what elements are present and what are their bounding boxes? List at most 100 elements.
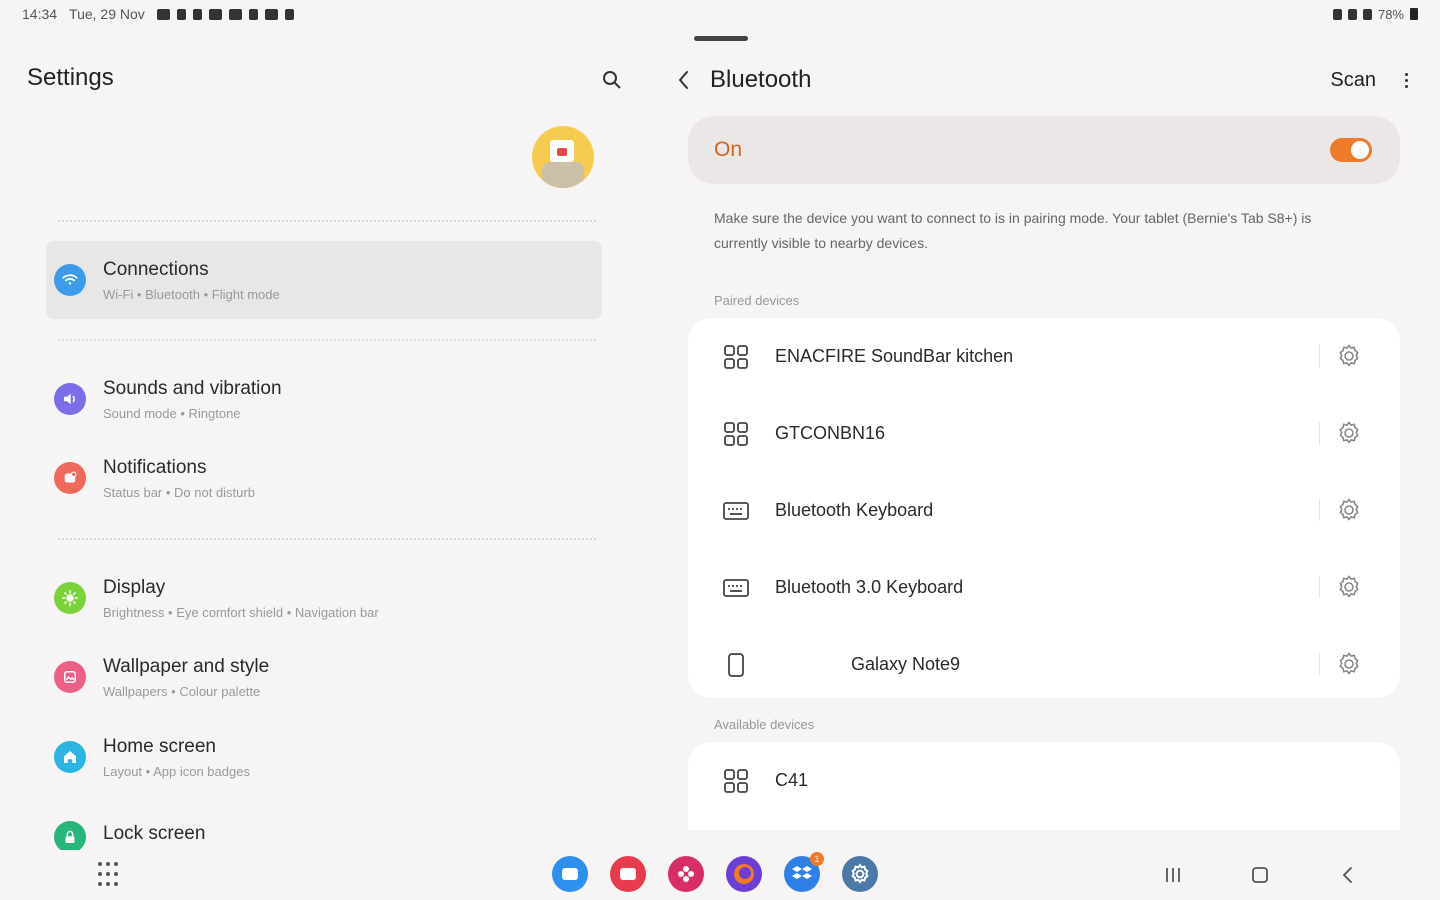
- device-name: ENACFIRE SoundBar kitchen: [775, 346, 1014, 366]
- pairing-description: Make sure the device you want to connect…: [714, 210, 1312, 251]
- battery-icon: [1410, 8, 1418, 20]
- avatar[interactable]: [532, 126, 594, 188]
- dropbox-app-icon[interactable]: 1: [784, 852, 824, 892]
- menu-item-subtitle: Status bar • Do not disturb: [103, 484, 255, 500]
- menu-item-subtitle: Wallpapers • Colour palette: [103, 683, 261, 699]
- gear-icon: [1339, 498, 1359, 521]
- notification-icons: [156, 8, 294, 20]
- menu-item-sounds[interactable]: Sounds and vibration Sound mode • Ringto…: [46, 360, 602, 438]
- menu-item-title: Display: [103, 576, 166, 598]
- menu-item-home-screen[interactable]: Home screen Layout • App icon badges: [46, 718, 602, 796]
- device-name: GTCONBN16: [775, 423, 886, 443]
- page-title: Settings: [27, 64, 114, 91]
- mute-icon: [1347, 8, 1357, 20]
- available-devices-list: C41: [688, 742, 1400, 830]
- menu-item-subtitle: Sound mode • Ringtone: [103, 405, 241, 421]
- bluetooth-toggle-card[interactable]: On: [688, 116, 1400, 184]
- keyboard-icon: [721, 496, 751, 526]
- firefox-app-icon[interactable]: [726, 856, 762, 892]
- messages-app-icon[interactable]: [552, 856, 588, 892]
- home-icon: [54, 741, 86, 773]
- device-settings-button[interactable]: [1336, 497, 1362, 523]
- notification-icon: [208, 8, 222, 20]
- available-devices-label: Available devices: [714, 717, 815, 732]
- switch-knob: [1351, 141, 1369, 159]
- lock-icon: [54, 821, 86, 850]
- menu-item-title: Lock screen: [103, 823, 206, 844]
- youtube-icon: [156, 8, 170, 20]
- notification-icon: [284, 8, 294, 20]
- home-square-icon: [1252, 867, 1268, 883]
- dropbox-icon: [264, 8, 278, 20]
- device-settings-button[interactable]: [1336, 574, 1362, 600]
- menu-item-subtitle: Wi-Fi • Bluetooth • Flight mode: [103, 286, 280, 302]
- device-row[interactable]: ENACFIRE SoundBar kitchen: [688, 318, 1400, 395]
- device-row[interactable]: C41: [688, 742, 1400, 819]
- menu-item-wallpaper[interactable]: Wallpaper and style Wallpapers • Colour …: [46, 638, 602, 716]
- keyboard-icon: [721, 573, 751, 603]
- menu-item-notifications[interactable]: Notifications Status bar • Do not distur…: [46, 439, 602, 517]
- generic-device-icon: [721, 766, 751, 796]
- notification-icon: [228, 8, 242, 20]
- notification-icon: [192, 8, 202, 20]
- device-settings-button[interactable]: [1336, 420, 1362, 446]
- gear-icon: [1339, 575, 1359, 598]
- chevron-left-icon: [1342, 867, 1352, 883]
- menu-item-subtitle: Brightness • Eye comfort shield • Naviga…: [103, 604, 379, 620]
- battery-percentage: 78%: [1377, 6, 1404, 22]
- recent-apps-button[interactable]: [1160, 862, 1186, 888]
- paired-devices-label: Paired devices: [714, 293, 800, 308]
- gear-icon: [1339, 652, 1359, 675]
- back-button[interactable]: [668, 64, 700, 96]
- device-row[interactable]: GTCONBN16: [688, 395, 1400, 472]
- device-row[interactable]: Bluetooth 3.0 Keyboard: [688, 549, 1400, 626]
- search-icon: [603, 71, 621, 89]
- paired-devices-list: ENACFIRE SoundBar kitchen GTCONBN16 Blue…: [688, 318, 1400, 698]
- device-settings-button[interactable]: [1336, 651, 1362, 677]
- screen-recorder-app-icon[interactable]: [610, 856, 646, 892]
- generic-device-icon: [721, 419, 751, 449]
- divider: [58, 538, 596, 540]
- bluetooth-switch[interactable]: [1330, 138, 1372, 162]
- device-name: C41: [775, 770, 809, 790]
- device-row[interactable]: Bluetooth Keyboard: [688, 472, 1400, 549]
- more-options-button[interactable]: [1398, 68, 1414, 92]
- flower-app-icon[interactable]: [668, 856, 704, 892]
- menu-item-lock-screen[interactable]: Lock screen: [46, 798, 602, 850]
- page-title: Bluetooth: [710, 66, 812, 93]
- gear-icon: [1339, 421, 1359, 444]
- status-date: Tue, 29 Nov: [69, 6, 145, 22]
- drag-handle[interactable]: [694, 36, 748, 41]
- app-dock: 1: [552, 852, 878, 892]
- menu-item-title: Home screen: [103, 735, 216, 757]
- home-button[interactable]: [1247, 862, 1273, 888]
- device-name: Galaxy Note9: [851, 654, 961, 674]
- settings-panel: Settings Connections Wi-Fi • Bluetooth •…: [0, 28, 650, 850]
- toggle-label: On: [714, 138, 743, 161]
- chevron-left-icon: [679, 71, 688, 89]
- settings-app-icon[interactable]: [842, 856, 878, 892]
- phone-icon: [721, 650, 751, 680]
- notification-badge: 1: [810, 852, 824, 866]
- menu-item-connections[interactable]: Connections Wi-Fi • Bluetooth • Flight m…: [46, 241, 602, 319]
- device-settings-button[interactable]: [1336, 343, 1362, 369]
- notification-icon: [176, 8, 186, 20]
- menu-item-title: Connections: [103, 258, 209, 280]
- search-button[interactable]: [600, 68, 624, 92]
- notification-icon: [248, 8, 258, 20]
- scan-button[interactable]: Scan: [1330, 69, 1376, 92]
- device-name: Bluetooth 3.0 Keyboard: [775, 577, 964, 597]
- alarm-icon: [1332, 8, 1342, 20]
- menu-item-display[interactable]: Display Brightness • Eye comfort shield …: [46, 559, 602, 637]
- back-nav-button[interactable]: [1335, 862, 1361, 888]
- status-bar: 14:34 Tue, 29 Nov 78%: [0, 0, 1440, 28]
- device-row[interactable]: Galaxy Note9: [688, 626, 1400, 698]
- gear-icon: [851, 863, 869, 884]
- divider: [58, 220, 596, 222]
- bluetooth-header: Bluetooth Scan: [668, 56, 1428, 104]
- app-drawer-button[interactable]: [98, 862, 124, 888]
- menu-item-title: Notifications: [103, 456, 207, 478]
- menu-item-subtitle: Layout • App icon badges: [103, 763, 250, 779]
- wifi-signal-icon: [1362, 8, 1372, 20]
- divider: [58, 339, 596, 341]
